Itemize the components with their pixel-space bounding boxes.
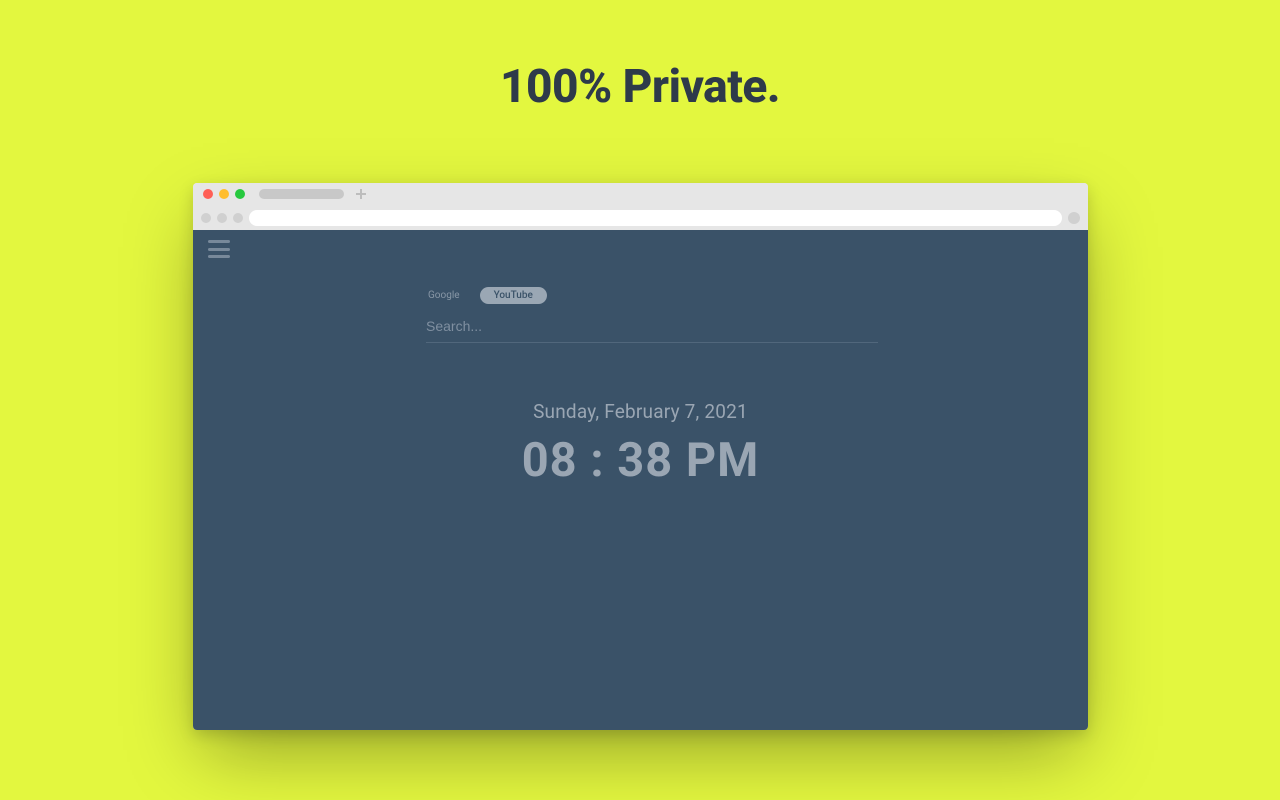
browser-menu-icon[interactable] bbox=[1068, 212, 1080, 224]
window-titlebar bbox=[193, 183, 1088, 205]
time-display: 08 : 38 PM bbox=[193, 433, 1088, 488]
browser-tab[interactable] bbox=[259, 189, 344, 199]
address-bar[interactable] bbox=[249, 210, 1062, 226]
close-icon[interactable] bbox=[203, 189, 213, 199]
hamburger-icon[interactable] bbox=[208, 240, 230, 258]
search-field-wrap bbox=[426, 312, 878, 343]
page-viewport: Google YouTube Sunday, February 7, 2021 … bbox=[193, 230, 1088, 730]
nav-forward-icon[interactable] bbox=[217, 213, 227, 223]
browser-toolbar bbox=[193, 205, 1088, 230]
search-input[interactable] bbox=[426, 312, 878, 343]
maximize-icon[interactable] bbox=[235, 189, 245, 199]
nav-back-icon[interactable] bbox=[201, 213, 211, 223]
nav-reload-icon[interactable] bbox=[233, 213, 243, 223]
page-headline: 100% Private. bbox=[0, 0, 1280, 114]
browser-window: Google YouTube Sunday, February 7, 2021 … bbox=[193, 183, 1088, 730]
search-engine-selector: Google YouTube bbox=[428, 287, 547, 304]
date-display: Sunday, February 7, 2021 bbox=[193, 400, 1088, 423]
engine-option-youtube[interactable]: YouTube bbox=[480, 287, 547, 304]
new-tab-icon[interactable] bbox=[356, 189, 366, 199]
window-controls bbox=[203, 189, 245, 199]
engine-option-google[interactable]: Google bbox=[428, 290, 460, 301]
minimize-icon[interactable] bbox=[219, 189, 229, 199]
